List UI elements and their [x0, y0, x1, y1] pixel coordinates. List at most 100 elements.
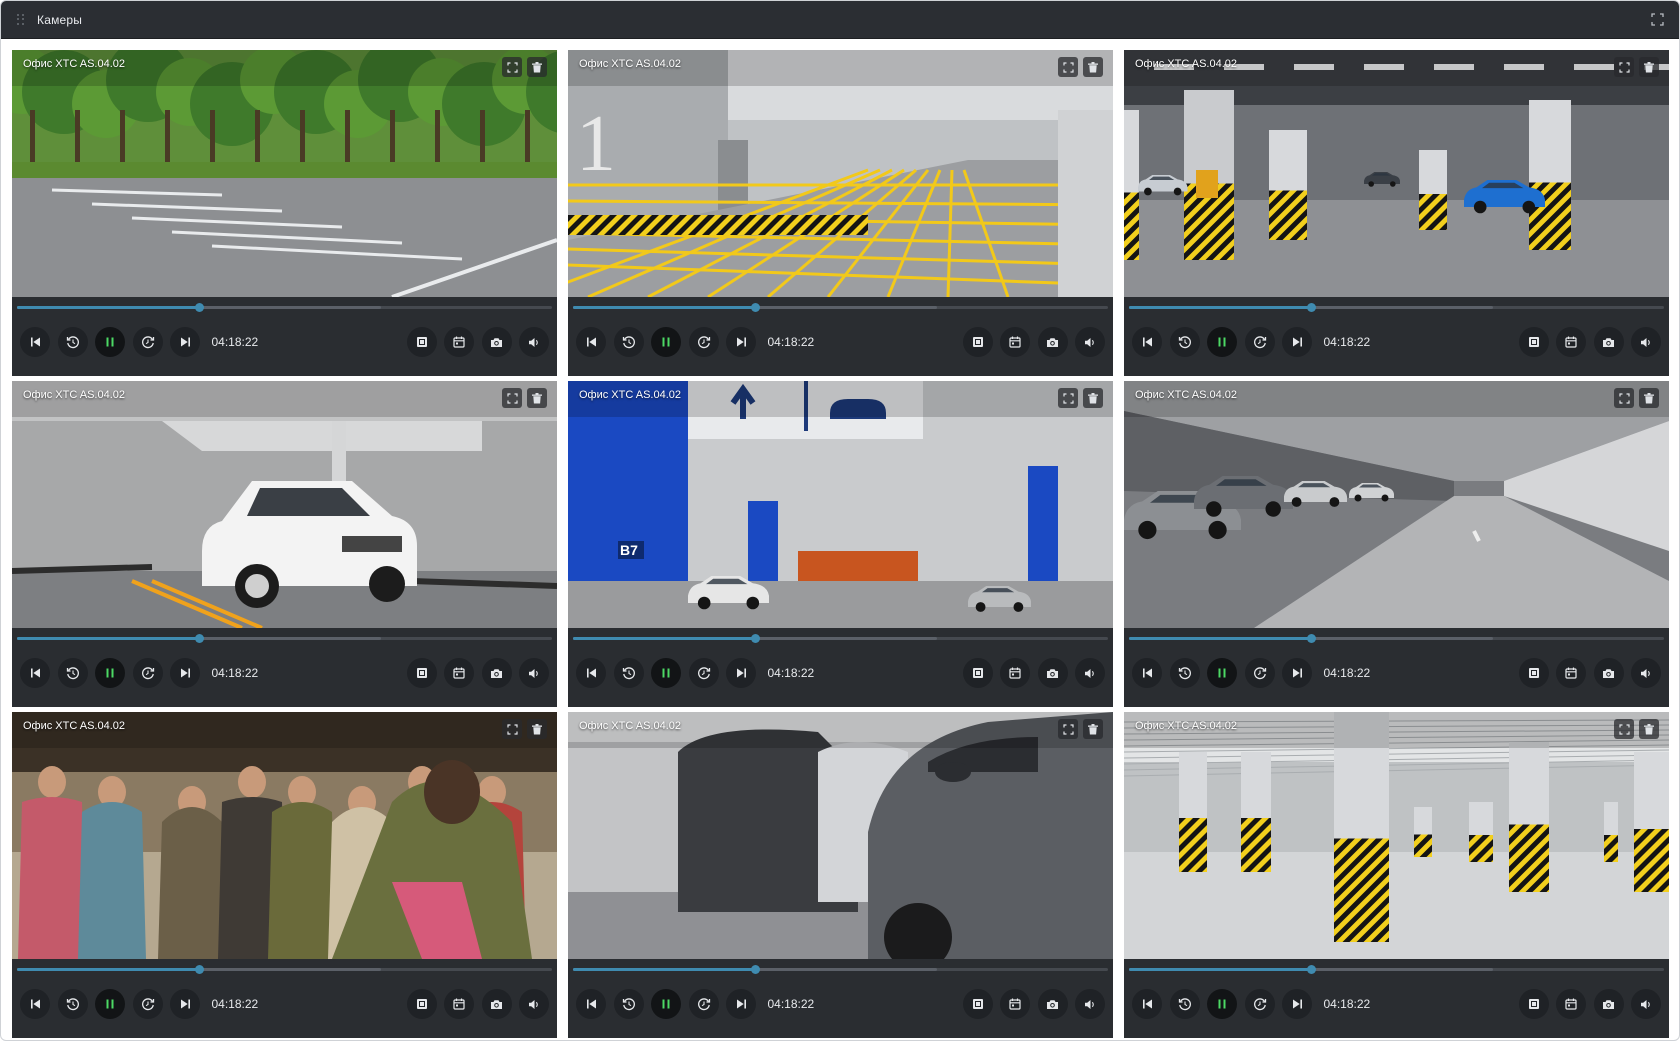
pause-button[interactable] [651, 327, 681, 357]
trash-icon[interactable] [1083, 388, 1103, 408]
pause-button[interactable] [95, 989, 125, 1019]
drag-handle-icon[interactable] [17, 13, 25, 26]
fullscreen-icon[interactable] [1614, 388, 1634, 408]
skip-forward-button[interactable] [170, 658, 200, 688]
skip-forward-button[interactable] [1282, 989, 1312, 1019]
pause-button[interactable] [1207, 989, 1237, 1019]
timeline-track[interactable] [573, 303, 1108, 312]
skip-back-button[interactable] [1132, 989, 1162, 1019]
volume-button[interactable] [519, 989, 549, 1019]
expand-window-icon[interactable] [1647, 10, 1667, 30]
timeline-knob[interactable] [1306, 965, 1316, 974]
skip-back-button[interactable] [20, 327, 50, 357]
pause-button[interactable] [1207, 327, 1237, 357]
timeline-knob[interactable] [194, 965, 204, 974]
forward-button[interactable] [1244, 327, 1275, 357]
volume-button[interactable] [519, 658, 549, 688]
skip-back-button[interactable] [1132, 327, 1162, 357]
timeline-track[interactable] [1129, 965, 1664, 974]
timeline-knob[interactable] [750, 634, 760, 643]
calendar-button[interactable] [1000, 658, 1030, 688]
archive-button[interactable] [406, 658, 437, 688]
timeline-track[interactable] [1129, 634, 1664, 643]
rewind-button[interactable] [57, 989, 88, 1019]
timeline-knob[interactable] [1306, 634, 1316, 643]
trash-icon[interactable] [1639, 57, 1659, 77]
calendar-button[interactable] [1556, 658, 1586, 688]
skip-forward-button[interactable] [726, 989, 756, 1019]
skip-back-button[interactable] [1132, 658, 1162, 688]
snapshot-button[interactable] [481, 658, 512, 688]
snapshot-button[interactable] [1593, 658, 1624, 688]
volume-button[interactable] [1631, 989, 1661, 1019]
calendar-button[interactable] [444, 989, 474, 1019]
fullscreen-icon[interactable] [1614, 57, 1634, 77]
fullscreen-icon[interactable] [1614, 719, 1634, 739]
video-feed[interactable] [1124, 381, 1669, 628]
calendar-button[interactable] [1556, 989, 1586, 1019]
skip-forward-button[interactable] [1282, 658, 1312, 688]
archive-button[interactable] [1518, 658, 1549, 688]
timeline-track[interactable] [17, 965, 552, 974]
pause-button[interactable] [95, 327, 125, 357]
snapshot-button[interactable] [481, 989, 512, 1019]
fullscreen-icon[interactable] [502, 57, 522, 77]
volume-button[interactable] [1075, 327, 1105, 357]
forward-button[interactable] [688, 327, 719, 357]
calendar-button[interactable] [444, 658, 474, 688]
volume-button[interactable] [1631, 658, 1661, 688]
timeline-knob[interactable] [750, 303, 760, 312]
forward-button[interactable] [132, 989, 163, 1019]
snapshot-button[interactable] [1593, 327, 1624, 357]
calendar-button[interactable] [444, 327, 474, 357]
timeline-knob[interactable] [194, 303, 204, 312]
snapshot-button[interactable] [481, 327, 512, 357]
volume-button[interactable] [1075, 658, 1105, 688]
volume-button[interactable] [1631, 327, 1661, 357]
rewind-button[interactable] [613, 989, 644, 1019]
archive-button[interactable] [406, 327, 437, 357]
skip-back-button[interactable] [20, 989, 50, 1019]
rewind-button[interactable] [613, 327, 644, 357]
video-feed[interactable] [568, 712, 1113, 959]
archive-button[interactable] [1518, 989, 1549, 1019]
timeline-knob[interactable] [750, 965, 760, 974]
rewind-button[interactable] [1169, 989, 1200, 1019]
timeline-track[interactable] [573, 634, 1108, 643]
forward-button[interactable] [688, 989, 719, 1019]
trash-icon[interactable] [527, 719, 547, 739]
snapshot-button[interactable] [1037, 989, 1068, 1019]
skip-back-button[interactable] [576, 327, 606, 357]
video-feed[interactable]: 1 [568, 50, 1113, 297]
skip-back-button[interactable] [576, 989, 606, 1019]
skip-forward-button[interactable] [726, 327, 756, 357]
fullscreen-icon[interactable] [502, 388, 522, 408]
timeline-track[interactable] [1129, 303, 1664, 312]
trash-icon[interactable] [527, 57, 547, 77]
timeline-track[interactable] [17, 634, 552, 643]
pause-button[interactable] [651, 989, 681, 1019]
snapshot-button[interactable] [1037, 658, 1068, 688]
forward-button[interactable] [688, 658, 719, 688]
skip-forward-button[interactable] [726, 658, 756, 688]
video-feed[interactable] [1124, 50, 1669, 297]
skip-forward-button[interactable] [1282, 327, 1312, 357]
fullscreen-icon[interactable] [1058, 57, 1078, 77]
archive-button[interactable] [962, 989, 993, 1019]
snapshot-button[interactable] [1593, 989, 1624, 1019]
timeline-knob[interactable] [1306, 303, 1316, 312]
snapshot-button[interactable] [1037, 327, 1068, 357]
forward-button[interactable] [132, 658, 163, 688]
pause-button[interactable] [95, 658, 125, 688]
archive-button[interactable] [1518, 327, 1549, 357]
trash-icon[interactable] [527, 388, 547, 408]
archive-button[interactable] [406, 989, 437, 1019]
archive-button[interactable] [962, 658, 993, 688]
rewind-button[interactable] [57, 327, 88, 357]
forward-button[interactable] [1244, 658, 1275, 688]
fullscreen-icon[interactable] [1058, 388, 1078, 408]
calendar-button[interactable] [1556, 327, 1586, 357]
calendar-button[interactable] [1000, 989, 1030, 1019]
video-feed[interactable] [12, 712, 557, 959]
calendar-button[interactable] [1000, 327, 1030, 357]
